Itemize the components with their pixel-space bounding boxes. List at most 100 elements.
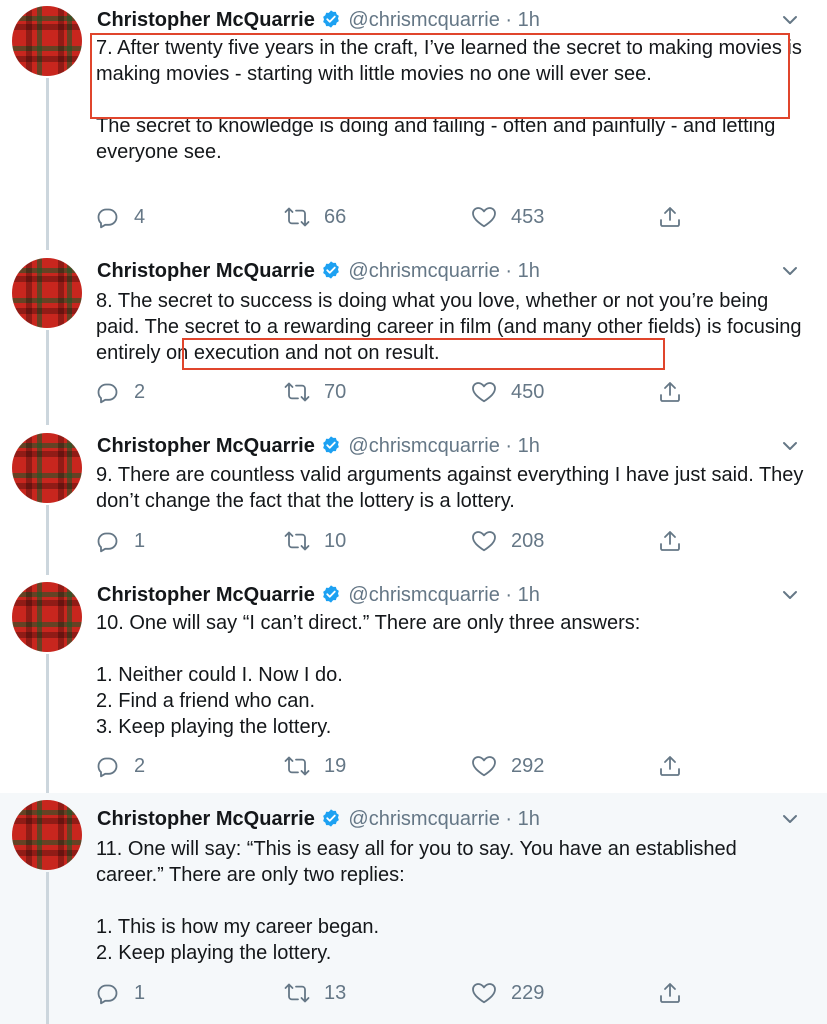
- tweet-8[interactable]: Christopher McQuarrie @chrismcquarrie · …: [0, 250, 827, 425]
- retweet-icon: [284, 207, 310, 227]
- chevron-down-icon[interactable]: [780, 436, 800, 456]
- avatar[interactable]: [12, 258, 82, 328]
- tweet-time[interactable]: 1h: [518, 584, 540, 606]
- reply-button[interactable]: 1: [96, 527, 145, 555]
- share-button[interactable]: [658, 378, 682, 406]
- retweet-button[interactable]: 10: [284, 527, 346, 555]
- reply-icon: [97, 757, 118, 778]
- reply-count: 4: [134, 205, 146, 228]
- thread-line: [46, 654, 49, 793]
- tweet-text: 9. There are countless valid arguments a…: [96, 464, 809, 512]
- tweet-7[interactable]: Christopher McQuarrie @chrismcquarrie · …: [0, 0, 827, 250]
- like-count: 453: [511, 205, 545, 228]
- retweet-icon: [284, 983, 310, 1003]
- tweet-10[interactable]: Christopher McQuarrie @chrismcquarrie · …: [0, 575, 827, 793]
- separator: ·: [505, 808, 513, 830]
- retweet-count: 19: [324, 754, 347, 777]
- avatar[interactable]: [12, 582, 82, 652]
- reply-count: 2: [134, 754, 146, 777]
- share-button[interactable]: [658, 979, 682, 1007]
- reply-count: 2: [134, 380, 146, 403]
- like-button[interactable]: 208: [471, 527, 544, 555]
- retweet-button[interactable]: 70: [284, 378, 346, 406]
- like-button[interactable]: 229: [471, 979, 544, 1007]
- retweet-button[interactable]: 13: [284, 979, 346, 1007]
- tweet-actions: 1 10 208: [96, 527, 696, 555]
- author-handle[interactable]: @chrismcquarrie: [348, 9, 499, 31]
- author-name[interactable]: Christopher McQuarrie: [97, 584, 315, 606]
- tweet-9[interactable]: Christopher McQuarrie @chrismcquarrie · …: [0, 425, 827, 575]
- chevron-down-icon[interactable]: [780, 809, 800, 829]
- like-icon: [472, 983, 496, 1004]
- tweet-text: 11. One will say: “This is easy all for …: [96, 838, 737, 964]
- thread-line: [46, 78, 49, 250]
- retweet-icon: [284, 531, 310, 551]
- tweet-header: Christopher McQuarrie @chrismcquarrie · …: [97, 583, 767, 607]
- separator: ·: [505, 435, 513, 457]
- thread-line: [46, 330, 49, 425]
- reply-count: 1: [134, 981, 146, 1004]
- share-button[interactable]: [658, 527, 682, 555]
- author-name[interactable]: Christopher McQuarrie: [97, 260, 315, 282]
- like-button[interactable]: 450: [471, 378, 544, 406]
- tweet-time[interactable]: 1h: [518, 435, 540, 457]
- chevron-down-icon[interactable]: [780, 585, 800, 605]
- avatar[interactable]: [12, 6, 82, 76]
- share-icon: [660, 531, 680, 551]
- tweet-actions: 4 66 453: [96, 203, 696, 231]
- tweet-header: Christopher McQuarrie @chrismcquarrie · …: [97, 807, 767, 831]
- retweet-count: 10: [324, 529, 347, 552]
- share-button[interactable]: [658, 752, 682, 780]
- tweet-time[interactable]: 1h: [518, 9, 540, 31]
- avatar[interactable]: [12, 433, 82, 503]
- verified-badge-icon: [321, 584, 341, 610]
- tweet-time[interactable]: 1h: [518, 260, 540, 282]
- retweet-icon: [284, 756, 310, 776]
- separator: ·: [505, 584, 513, 606]
- tweet-actions: 2 19 292: [96, 752, 696, 780]
- retweet-count: 70: [324, 380, 347, 403]
- author-name[interactable]: Christopher McQuarrie: [97, 9, 315, 31]
- chevron-down-icon[interactable]: [780, 10, 800, 30]
- author-name[interactable]: Christopher McQuarrie: [97, 435, 315, 457]
- like-icon: [472, 207, 496, 228]
- like-button[interactable]: 453: [471, 203, 544, 231]
- like-count: 229: [511, 981, 545, 1004]
- tweet-header: Christopher McQuarrie @chrismcquarrie · …: [97, 259, 767, 283]
- tweet-11[interactable]: Christopher McQuarrie @chrismcquarrie · …: [0, 793, 827, 1024]
- verified-badge-icon: [321, 260, 341, 286]
- author-name[interactable]: Christopher McQuarrie: [97, 808, 315, 830]
- author-handle[interactable]: @chrismcquarrie: [348, 260, 499, 282]
- share-button[interactable]: [658, 203, 682, 231]
- reply-icon: [97, 532, 118, 553]
- retweet-button[interactable]: 19: [284, 752, 346, 780]
- share-icon: [660, 207, 680, 227]
- verified-badge-icon: [321, 808, 341, 834]
- like-count: 208: [511, 529, 545, 552]
- share-icon: [660, 756, 680, 776]
- author-handle[interactable]: @chrismcquarrie: [348, 435, 499, 457]
- reply-button[interactable]: 4: [96, 203, 145, 231]
- avatar[interactable]: [12, 800, 82, 870]
- reply-button[interactable]: 1: [96, 979, 145, 1007]
- highlight-box: [90, 33, 790, 119]
- tweet-time[interactable]: 1h: [518, 808, 540, 830]
- chevron-down-icon[interactable]: [780, 261, 800, 281]
- author-handle[interactable]: @chrismcquarrie: [348, 808, 499, 830]
- reply-button[interactable]: 2: [96, 752, 145, 780]
- like-count: 450: [511, 380, 545, 403]
- reply-button[interactable]: 2: [96, 378, 145, 406]
- tweet-actions: 1 13 229: [96, 979, 696, 1007]
- author-handle[interactable]: @chrismcquarrie: [348, 584, 499, 606]
- retweet-button[interactable]: 66: [284, 203, 346, 231]
- reply-count: 1: [134, 529, 146, 552]
- like-icon: [472, 382, 496, 403]
- retweet-count: 13: [324, 981, 347, 1004]
- share-icon: [660, 983, 680, 1003]
- like-button[interactable]: 292: [471, 752, 544, 780]
- like-icon: [472, 531, 496, 552]
- reply-icon: [97, 383, 118, 404]
- verified-badge-icon: [321, 9, 341, 35]
- thread-line: [46, 505, 49, 575]
- retweet-icon: [284, 382, 310, 402]
